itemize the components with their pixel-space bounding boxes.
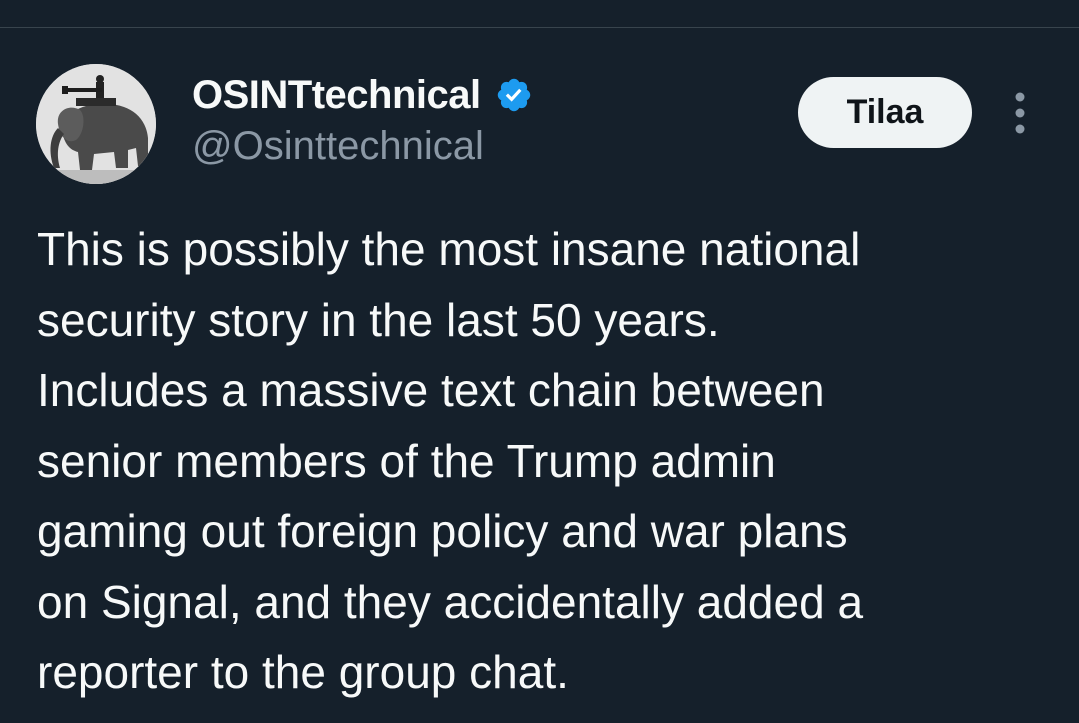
author-handle[interactable]: @Osinttechnical (192, 124, 484, 169)
tweet-text-line: reporter to the group chat. (37, 646, 569, 698)
author-avatar[interactable] (36, 64, 156, 184)
more-options-button[interactable] (1000, 88, 1040, 138)
verified-badge-icon (497, 78, 530, 112)
more-vertical-icon (1015, 92, 1025, 134)
tweet-text-line: senior members of the Trump admin (37, 434, 776, 487)
top-divider (0, 27, 1079, 28)
tweet-text-line: gaming out foreign policy and war plans (37, 505, 848, 557)
tweet-text: This is possibly the most insane nationa… (37, 214, 1067, 708)
tweet-text-line: Includes a massive text chain between (37, 364, 825, 416)
tweet-text-line: This is possibly the most insane nationa… (37, 223, 861, 275)
subscribe-button[interactable]: Tilaa (798, 77, 972, 148)
tweet-text-line: security story in the last 50 years. (37, 293, 720, 346)
author-name-row: OSINTtechnical (192, 72, 533, 118)
tweet-text-line: on Signal, and they accidentally added a (37, 575, 864, 628)
elephant-avatar-icon (36, 64, 156, 184)
author-display-name[interactable]: OSINTtechnical (192, 73, 481, 118)
